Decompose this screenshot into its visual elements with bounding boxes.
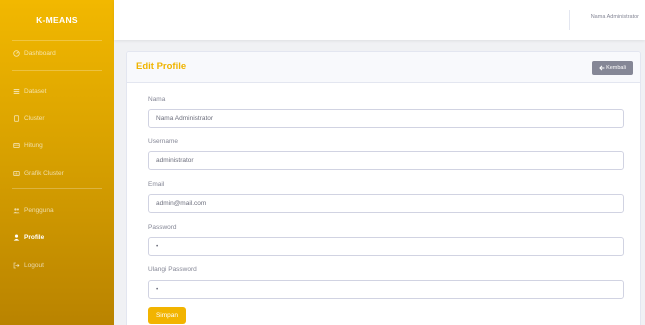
user-menu[interactable]: Nama Administrator <box>591 14 639 20</box>
sidebar-item-profile[interactable]: Profile <box>12 231 44 243</box>
sidebar-divider <box>12 188 102 189</box>
sidebar-item-label: Dataset <box>24 87 47 95</box>
sidebar-item-label: Pengguna <box>24 206 54 214</box>
sidebar-item-pengguna[interactable]: Pengguna <box>12 204 54 216</box>
sidebar-divider <box>12 70 102 71</box>
save-button[interactable]: Simpan <box>148 307 186 324</box>
sidebar-divider <box>12 40 102 41</box>
password-input[interactable]: • <box>148 237 624 256</box>
password-label: Password <box>148 224 177 231</box>
logout-icon <box>12 261 21 269</box>
email-input[interactable]: admin@mail.com <box>148 194 624 213</box>
page-title: Edit Profile <box>136 61 187 72</box>
email-label: Email <box>148 181 165 188</box>
back-button[interactable]: Kembali <box>592 61 633 75</box>
sidebar-item-label: Grafik Cluster <box>24 169 64 177</box>
nama-label: Nama <box>148 96 166 103</box>
ulangi-password-input[interactable]: • <box>148 280 624 299</box>
sidebar-brand[interactable]: K-MEANS <box>0 0 114 40</box>
sidebar-item-cluster[interactable]: Cluster <box>12 112 45 124</box>
topbar: Nama Administrator <box>114 0 645 40</box>
username-label: Username <box>148 138 178 145</box>
chart-icon <box>12 169 21 177</box>
sidebar-item-label: Hitung <box>24 141 43 149</box>
sidebar-item-dashboard[interactable]: Dashboard <box>12 47 56 59</box>
sidebar-item-label: Logout <box>24 261 44 269</box>
calculator-icon <box>12 141 21 149</box>
sidebar-item-grafik-cluster[interactable]: Grafik Cluster <box>12 167 64 179</box>
sidebar-item-hitung[interactable]: Hitung <box>12 139 43 151</box>
list-icon <box>12 87 21 95</box>
cluster-icon <box>12 114 21 122</box>
ulangi-password-label: Ulangi Password <box>148 266 197 273</box>
users-icon <box>12 206 21 214</box>
sidebar-item-label: Dashboard <box>24 49 56 57</box>
user-icon <box>12 233 21 241</box>
arrow-left-icon <box>599 65 605 71</box>
nama-input[interactable]: Nama Administrator <box>148 109 624 128</box>
back-button-label: Kembali <box>606 65 626 71</box>
edit-profile-card: Edit Profile Kembali Nama Nama Administr… <box>126 51 641 325</box>
topbar-divider <box>569 10 570 30</box>
dashboard-icon <box>12 49 21 57</box>
sidebar-item-label: Cluster <box>24 114 45 122</box>
sidebar-item-label: Profile <box>24 233 45 241</box>
sidebar-item-dataset[interactable]: Dataset <box>12 85 46 97</box>
sidebar-item-logout[interactable]: Logout <box>12 259 44 271</box>
username-input[interactable]: administrator <box>148 151 624 170</box>
card-header: Edit Profile Kembali <box>127 52 640 83</box>
sidebar: K-MEANS Dashboard Dataset Cluster Hitung… <box>0 0 114 325</box>
